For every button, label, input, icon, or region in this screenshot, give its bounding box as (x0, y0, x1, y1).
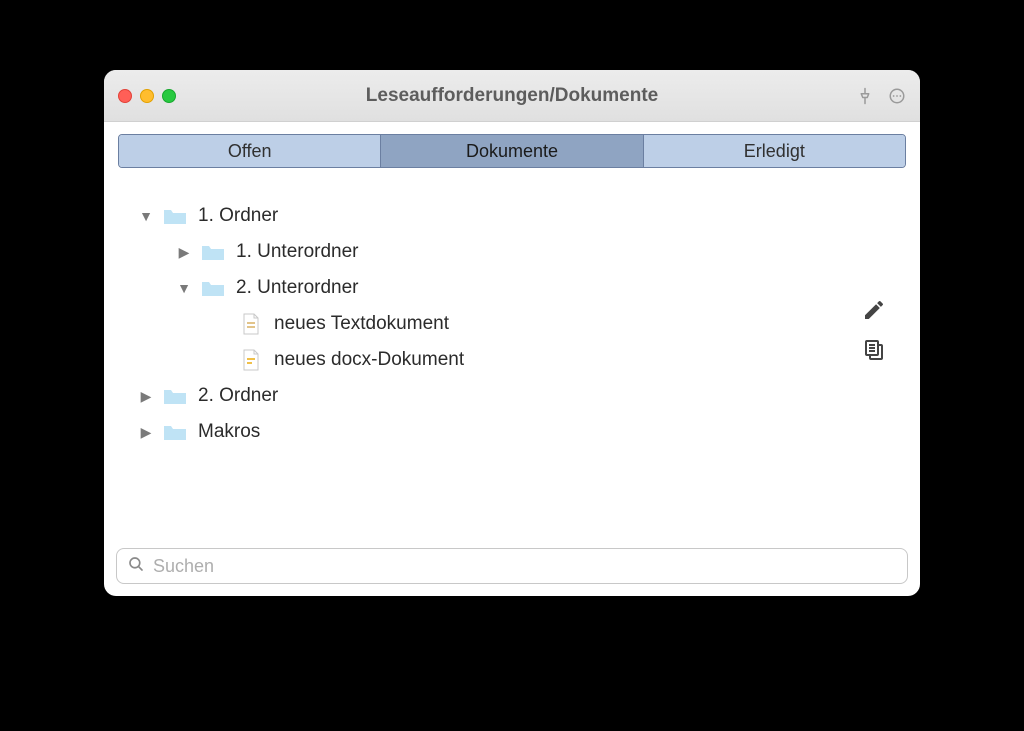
tree-row[interactable]: ▼ 2. Unterordner (118, 270, 906, 306)
search-input[interactable] (153, 556, 897, 577)
chevron-right-icon[interactable]: ▶ (136, 388, 156, 405)
folder-icon (162, 205, 188, 227)
row-actions (862, 298, 886, 366)
tree-label: 2. Unterordner (232, 277, 359, 299)
maximize-window-button[interactable] (162, 89, 176, 103)
chevron-right-icon[interactable]: ▶ (174, 244, 194, 261)
more-icon[interactable] (888, 87, 906, 105)
tree-label: 2. Ordner (194, 385, 278, 407)
tab-dokumente[interactable]: Dokumente (381, 135, 643, 167)
tab-label: Dokumente (466, 141, 558, 162)
tree-label: neues docx-Dokument (270, 349, 464, 371)
file-icon (238, 349, 264, 371)
folder-icon (162, 385, 188, 407)
titlebar: Leseaufforderungen/Dokumente (104, 70, 920, 122)
copy-icon[interactable] (862, 337, 886, 366)
tree-label: 1. Unterordner (232, 241, 359, 263)
tab-label: Offen (228, 141, 272, 162)
tree-row[interactable]: ▶ Makros (118, 414, 906, 450)
tree-row[interactable]: ▶ neues docx-Dokument (118, 342, 906, 378)
pin-icon[interactable] (856, 87, 874, 105)
close-window-button[interactable] (118, 89, 132, 103)
app-window: Leseaufforderungen/Dokumente (104, 70, 920, 596)
tree-row[interactable]: ▶ 1. Unterordner (118, 234, 906, 270)
file-icon (238, 313, 264, 335)
tree-row[interactable]: ▶ 2. Ordner (118, 378, 906, 414)
folder-icon (200, 277, 226, 299)
tree-label: Makros (194, 421, 260, 443)
edit-icon[interactable] (862, 298, 886, 327)
tree-label: neues Textdokument (270, 313, 449, 335)
document-tree: ▼ 1. Ordner ▶ 1. Unterordner ▼ (118, 198, 906, 450)
tree-row[interactable]: ▼ 1. Ordner (118, 198, 906, 234)
chevron-down-icon[interactable]: ▼ (136, 208, 156, 224)
tab-label: Erledigt (744, 141, 805, 162)
window-title: Leseaufforderungen/Dokumente (104, 85, 920, 107)
chevron-right-icon[interactable]: ▶ (136, 424, 156, 441)
tabbar: Offen Dokumente Erledigt (104, 122, 920, 168)
search-bar[interactable] (116, 548, 908, 584)
tree-row[interactable]: ▶ neues Textdokument (118, 306, 906, 342)
minimize-window-button[interactable] (140, 89, 154, 103)
tab-offen[interactable]: Offen (119, 135, 381, 167)
tree-label: 1. Ordner (194, 205, 278, 227)
content-area: ▼ 1. Ordner ▶ 1. Unterordner ▼ (104, 168, 920, 548)
chevron-down-icon[interactable]: ▼ (174, 280, 194, 296)
search-icon (127, 555, 145, 578)
tab-erledigt[interactable]: Erledigt (644, 135, 905, 167)
folder-icon (200, 241, 226, 263)
folder-icon (162, 421, 188, 443)
window-controls (118, 89, 176, 103)
